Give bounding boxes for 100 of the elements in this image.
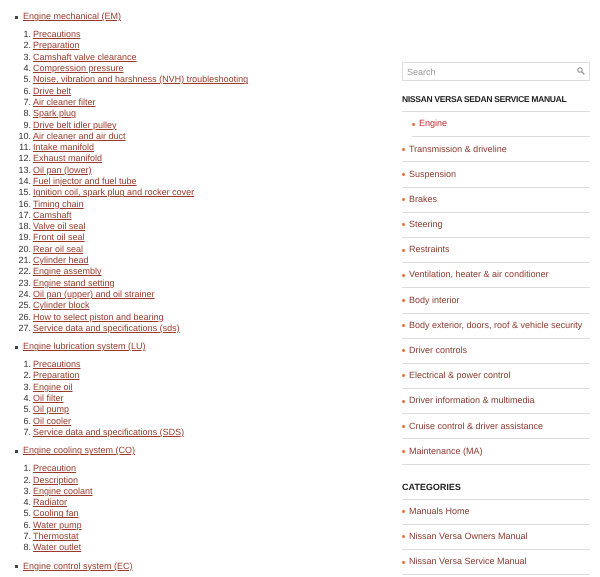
topic-link[interactable]: Exhaust manifold [33, 153, 102, 164]
topic-link[interactable]: Timing chain [33, 198, 84, 210]
topic-link[interactable]: Camshaft valve clearance [33, 52, 137, 63]
sidebar-heading: NISSAN VERSA SEDAN SERVICE MANUAL [402, 93, 566, 105]
item-number: 1. [23, 463, 31, 474]
bullet-icon [402, 349, 405, 352]
topic-link[interactable]: Preparation [33, 40, 80, 52]
sidebar-link[interactable]: Driver controls [409, 344, 468, 358]
topic-link[interactable]: Front oil seal [33, 232, 85, 244]
item-number: 7. [23, 531, 31, 542]
topic-link[interactable]: Air cleaner filter [33, 96, 96, 108]
topic-link[interactable]: How to select piston and bearing [33, 312, 164, 323]
topic-link[interactable]: Oil pan (upper) and oil strainer [33, 288, 155, 300]
bullet-icon [15, 564, 18, 568]
item-number: 8. [23, 542, 31, 554]
topic-link[interactable]: Camshaft [33, 210, 72, 221]
topic-link[interactable]: Cooling fan [33, 508, 79, 520]
topic-link[interactable]: Precautions [33, 359, 81, 370]
topic-link[interactable]: Rear oil seal [33, 244, 84, 255]
item-number: 2. [23, 370, 31, 382]
item-number: 8. [23, 108, 31, 120]
sidebar-link[interactable]: Body exterior, doors, roof & vehicle security [409, 318, 582, 332]
topic-link[interactable]: Radiator [33, 497, 68, 508]
topic-link[interactable]: Engine coolant [33, 486, 93, 497]
topic-link[interactable]: Spark plug [33, 108, 76, 120]
bullet-icon [412, 122, 415, 126]
topic-link[interactable]: Engine oil [33, 382, 73, 393]
search-field[interactable]: Search [402, 62, 590, 81]
sidebar-link[interactable]: Nissan Versa Service Manual [409, 555, 527, 569]
item-number: 22. [18, 266, 31, 278]
topic-link[interactable]: Engine stand setting [33, 278, 115, 289]
item-number: 14. [18, 176, 31, 187]
item-number: 12. [18, 153, 31, 164]
item-number: 25. [18, 300, 31, 312]
sidebar-link[interactable]: Electrical & power control [409, 369, 511, 383]
item-number: 23. [18, 278, 31, 289]
sidebar-link[interactable]: Cruise control & driver assistance [409, 420, 544, 434]
section-link[interactable]: Engine control system (EC) [23, 560, 133, 574]
topic-link[interactable]: Engine assembly [33, 266, 102, 278]
topic-link[interactable]: Precautions [33, 29, 81, 40]
topic-link[interactable]: Water pump [33, 520, 82, 531]
topic-link[interactable]: Oil pump [33, 404, 70, 416]
sidebar-link[interactable]: Driver information & multimedia [409, 394, 535, 408]
item-number: 26. [18, 312, 31, 323]
topic-link[interactable]: Oil cooler [33, 416, 72, 427]
item-number: 5. [23, 74, 31, 86]
item-number: 6. [23, 416, 31, 427]
item-number: 7. [23, 426, 31, 438]
item-number: 7. [23, 96, 31, 108]
topic-link[interactable]: Service data and specifications (sds) [33, 322, 180, 334]
bullet-icon [402, 450, 405, 454]
topic-link[interactable]: Drive belt idler pulley [33, 120, 117, 131]
topic-link[interactable]: Oil filter [33, 393, 64, 404]
section-link[interactable]: Engine mechanical (EM) [23, 10, 122, 24]
sidebar-link[interactable]: Ventilation, heater & air conditioner [409, 268, 549, 282]
topic-link[interactable]: Intake manifold [33, 142, 94, 154]
topic-link[interactable]: Ignition coil, spark plug and rocker cover [33, 187, 194, 198]
bullet-icon [402, 172, 405, 176]
sidebar-link[interactable]: Nissan Versa Owners Manual [409, 530, 528, 544]
item-number: 11. [19, 142, 31, 154]
sidebar-link[interactable]: Engine [419, 117, 448, 131]
topic-link[interactable]: Fuel injector and fuel tube [33, 176, 137, 187]
sidebar-heading: CATEGORIES [402, 480, 461, 493]
topic-link[interactable]: Air cleaner and air duct [33, 130, 126, 142]
sidebar-link[interactable]: Suspension [409, 168, 456, 182]
topic-link[interactable]: Cylinder head [33, 255, 89, 266]
item-number: 3. [23, 486, 31, 497]
topic-link[interactable]: Precaution [33, 463, 76, 474]
item-number: 4. [23, 63, 31, 74]
sidebar-link[interactable]: Steering [409, 218, 443, 232]
topic-link[interactable]: Oil pan (lower) [33, 164, 92, 176]
item-number: 27. [18, 322, 31, 334]
bullet-icon [402, 298, 405, 302]
sidebar-link[interactable]: Restraints [409, 243, 450, 257]
sidebar-link[interactable]: Maintenance (MA) [409, 444, 483, 458]
item-number: 10. [18, 130, 31, 142]
sidebar-link[interactable]: Brakes [409, 192, 438, 206]
topic-link[interactable]: Thermostat [33, 531, 79, 542]
item-number: 17. [18, 210, 31, 221]
item-number: 13. [18, 164, 31, 176]
sidebar-link[interactable]: Transmission & driveline [409, 142, 507, 156]
bullet-icon [15, 16, 18, 18]
topic-link[interactable]: Valve oil seal [33, 221, 86, 232]
item-number: 1. [23, 29, 31, 40]
section-link[interactable]: Engine cooling system (CO) [23, 444, 136, 458]
bullet-icon [15, 450, 18, 453]
bullet-icon [402, 510, 405, 514]
topic-link[interactable]: Drive belt [33, 86, 72, 97]
sidebar-link[interactable]: Manuals Home [409, 504, 470, 518]
topic-link[interactable]: Water outlet [33, 542, 82, 554]
topic-link[interactable]: Cylinder block [33, 300, 90, 312]
topic-link[interactable]: Preparation [33, 370, 80, 382]
section-link[interactable]: Engine lubrication system (LU) [23, 340, 146, 354]
topic-link[interactable]: Compression pressure [33, 63, 124, 74]
topic-link[interactable]: Description [33, 474, 78, 486]
item-number: 2. [23, 40, 31, 52]
item-number: 2. [23, 474, 31, 486]
topic-link[interactable]: Noise, vibration and harshness (NVH) troubleshooting [33, 74, 248, 86]
sidebar-link[interactable]: Body interior [409, 294, 460, 308]
topic-link[interactable]: Service data and specifications (SDS) [33, 426, 184, 438]
